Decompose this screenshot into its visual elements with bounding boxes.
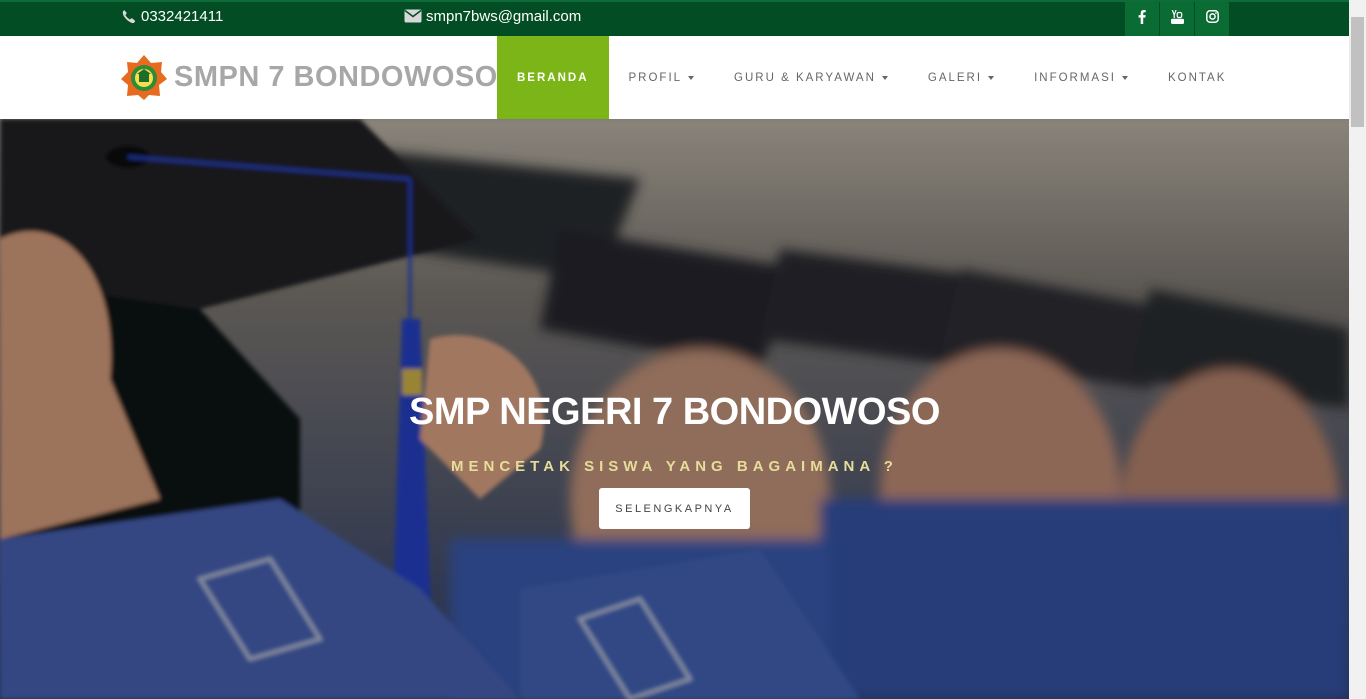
envelope-icon <box>404 7 422 25</box>
youtube-button[interactable] <box>1160 2 1194 36</box>
instagram-button[interactable] <box>1195 2 1229 36</box>
nav-item-label: GALERI <box>927 71 983 84</box>
hero-section: SMP NEGERI 7 BONDOWOSO MENCETAK SISWA YA… <box>0 119 1349 699</box>
scrollbar-thumb[interactable] <box>1351 17 1364 127</box>
nav-item-label: INFORMASI <box>1034 71 1116 84</box>
phone-contact[interactable]: 0332421411 <box>119 7 223 25</box>
caret-down-icon <box>881 75 888 80</box>
nav-item-galeri[interactable]: GALERI <box>908 36 1014 119</box>
nav-item-label: PROFIL <box>628 71 683 84</box>
facebook-icon <box>1138 9 1146 29</box>
caret-down-icon <box>988 75 995 80</box>
page-scrollbar[interactable] <box>1349 0 1366 699</box>
nav-menu: BERANDA PROFIL GURU & KARYAWAN GALERI IN… <box>497 36 1246 119</box>
phone-number: 0332421411 <box>141 7 224 25</box>
nav-item-guru-karyawan[interactable]: GURU & KARYAWAN <box>714 36 908 119</box>
caret-down-icon <box>688 75 695 80</box>
hero-subtitle: MENCETAK SISWA YANG BAGAIMANA ? <box>451 458 898 475</box>
nav-item-label: GURU & KARYAWAN <box>734 71 876 84</box>
youtube-icon <box>1170 9 1184 29</box>
brand-name: SMPN 7 BONDOWOSO <box>174 60 498 93</box>
email-contact[interactable]: smpn7bws@gmail.com <box>404 7 581 25</box>
facebook-button[interactable] <box>1125 2 1159 36</box>
nav-item-label: KONTAK <box>1167 71 1227 84</box>
nav-item-beranda[interactable]: BERANDA <box>497 36 609 119</box>
school-logo-icon <box>120 53 168 101</box>
social-links <box>1125 2 1230 36</box>
selengkapnya-button[interactable]: SELENGKAPNYA <box>599 488 750 529</box>
top-contact-bar: 0332421411 smpn7bws@gmail.com <box>0 0 1349 36</box>
main-navbar: SMPN 7 BONDOWOSO BERANDA PROFIL GURU & K… <box>0 36 1349 119</box>
brand-link[interactable]: SMPN 7 BONDOWOSO <box>120 53 498 101</box>
nav-item-kontak[interactable]: KONTAK <box>1148 36 1246 119</box>
email-address: smpn7bws@gmail.com <box>426 7 582 25</box>
caret-down-icon <box>1121 75 1128 80</box>
nav-item-informasi[interactable]: INFORMASI <box>1014 36 1148 119</box>
page: 0332421411 smpn7bws@gmail.com SMPN 7 BON… <box>0 0 1366 699</box>
nav-item-profil[interactable]: PROFIL <box>609 36 715 119</box>
instagram-icon <box>1205 10 1219 28</box>
nav-item-label: BERANDA <box>517 71 589 84</box>
phone-icon <box>119 7 137 25</box>
hero-title: SMP NEGERI 7 BONDOWOSO <box>409 391 940 433</box>
